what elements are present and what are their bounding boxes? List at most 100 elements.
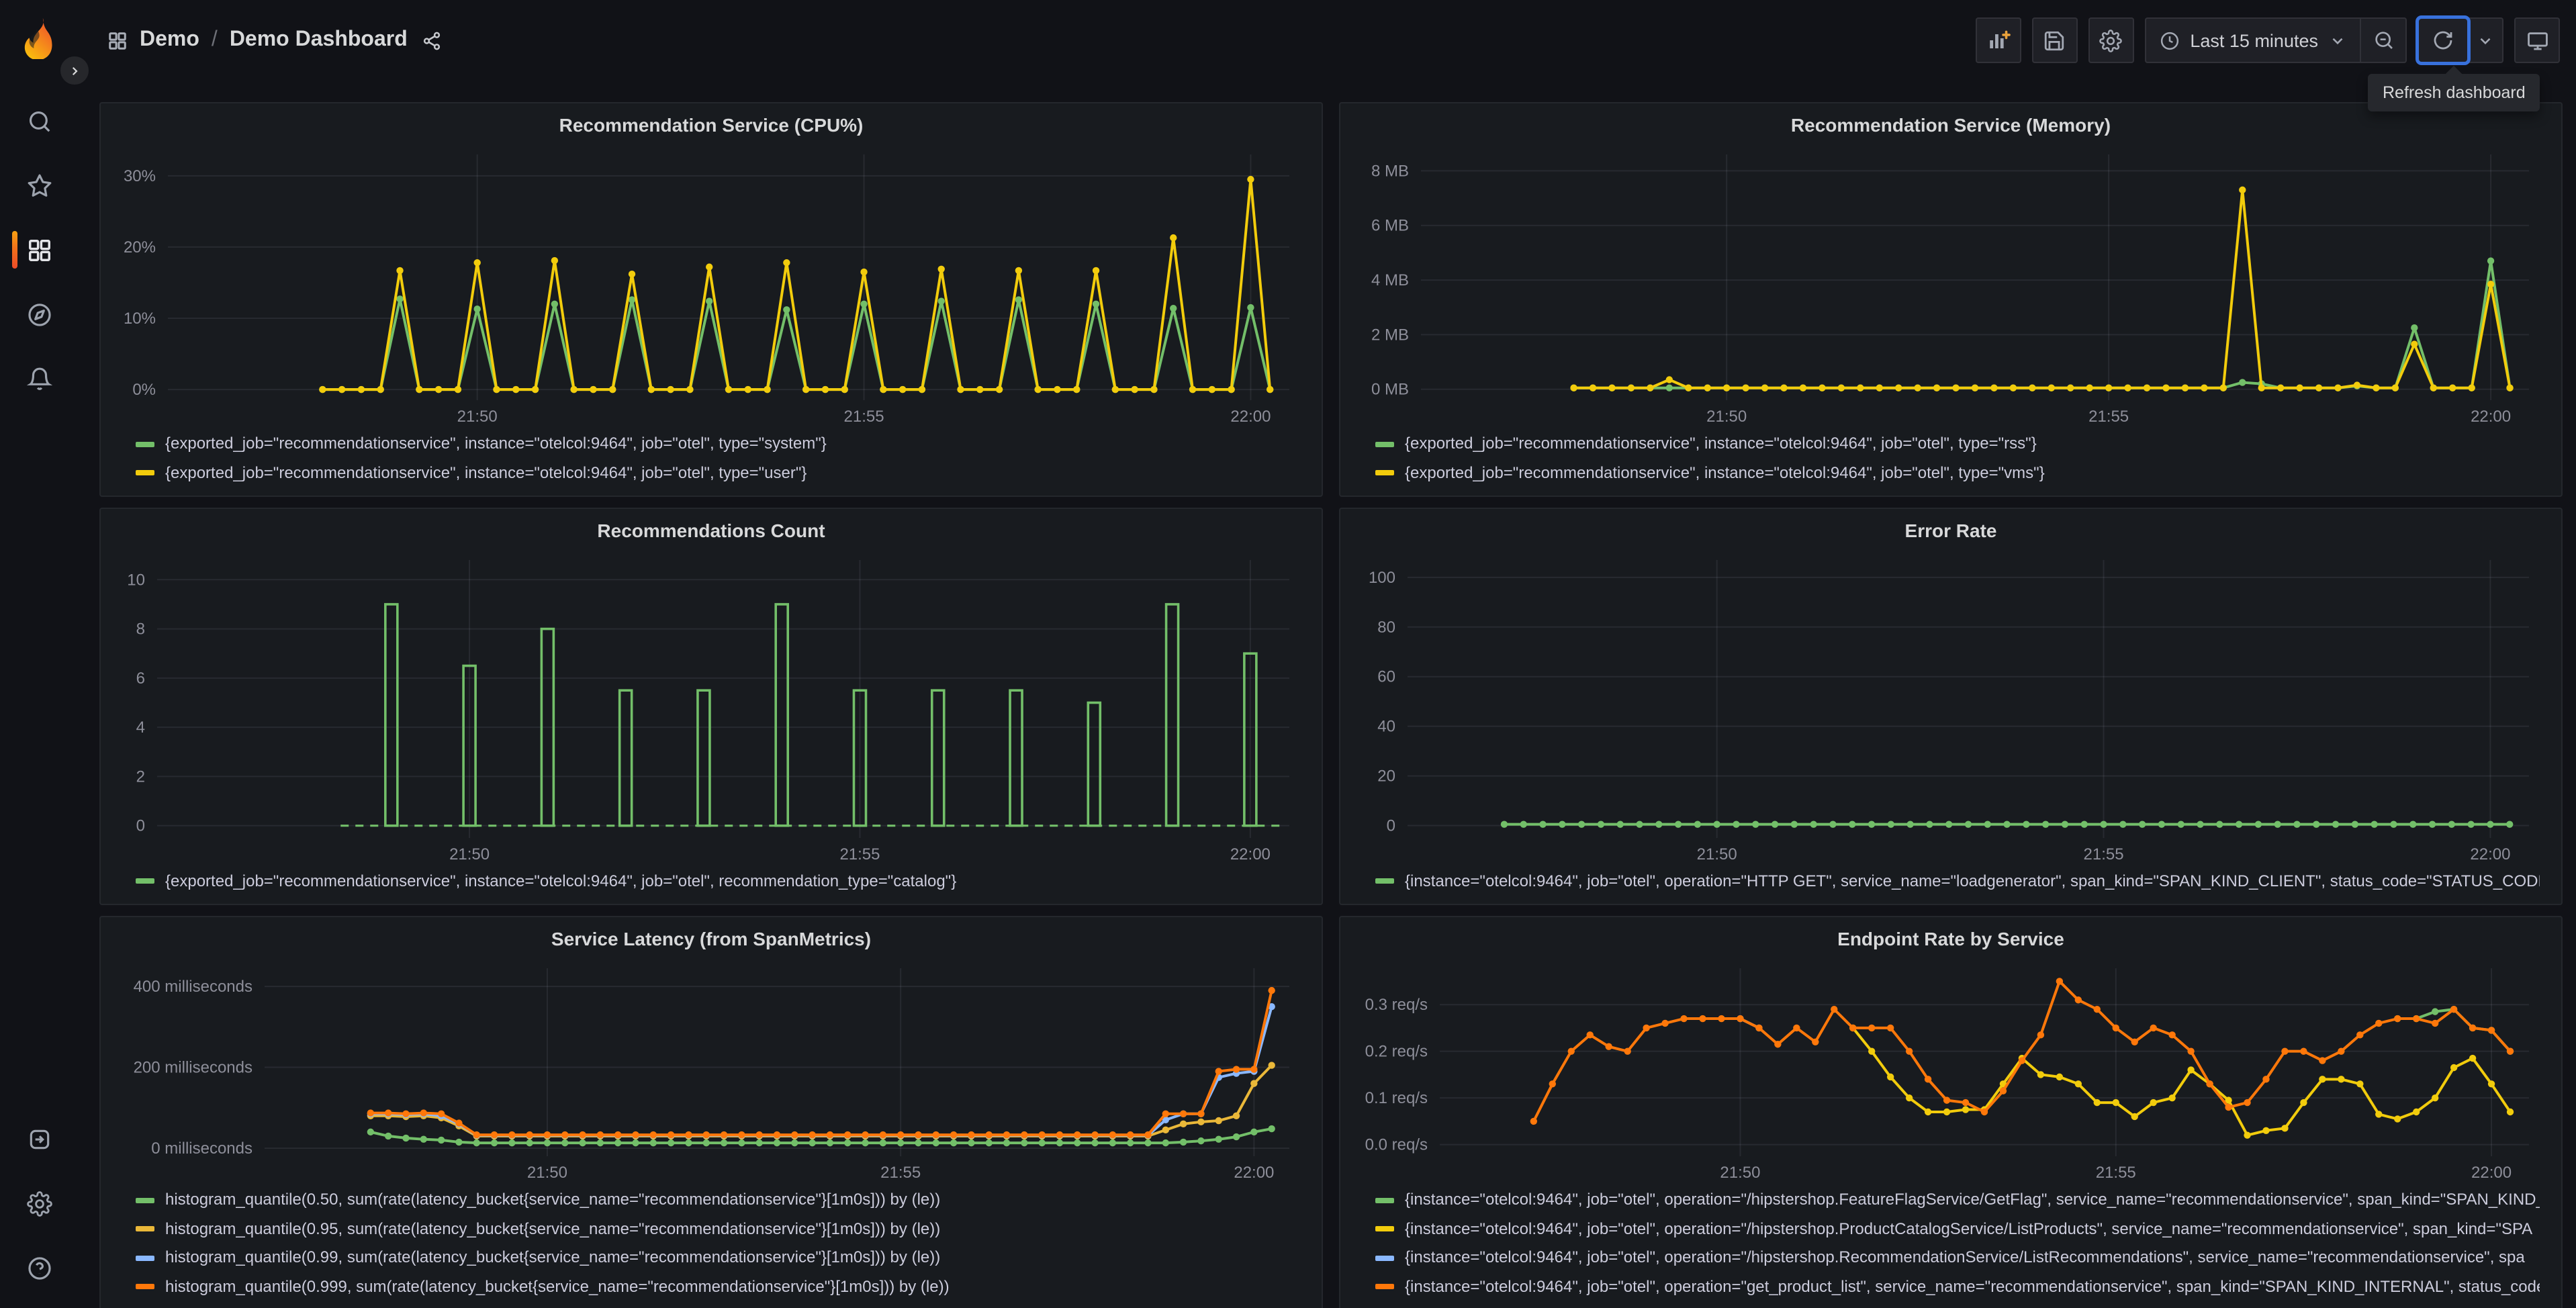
breadcrumb-section[interactable]: Demo — [140, 28, 199, 52]
legend-label: histogram_quantile(0.999, sum(rate(laten… — [165, 1276, 950, 1295]
panel-chart[interactable]: 0 milliseconds 200 milliseconds 400 millis… — [114, 955, 1308, 1183]
svg-text:400 milliseconds: 400 milliseconds — [134, 978, 252, 996]
help-circle-icon — [28, 1256, 50, 1279]
cycle-view-mode-button[interactable] — [2514, 17, 2560, 63]
legend-item[interactable]: {instance="otelcol:9464", job="otel", op… — [1375, 1215, 2540, 1244]
svg-text:21:50: 21:50 — [1697, 845, 1737, 863]
legend-item[interactable]: histogram_quantile(0.95, sum(rate(latenc… — [136, 1215, 1300, 1244]
svg-text:20%: 20% — [124, 238, 156, 256]
sidebar-item-settings[interactable] — [0, 1171, 78, 1235]
compass-icon — [28, 303, 50, 326]
svg-text:22:00: 22:00 — [1234, 1164, 1274, 1182]
legend-item[interactable]: {exported_job="recommendationservice", i… — [136, 430, 1300, 459]
legend-swatch — [136, 1255, 154, 1261]
panel-header[interactable]: Recommendations Count — [114, 514, 1308, 547]
page-header: Demo / Demo Dashboard Last 15 minutes Re… — [78, 0, 2576, 111]
legend-swatch — [136, 470, 154, 476]
legend-swatch — [1375, 1255, 1394, 1261]
legend-swatch — [136, 441, 154, 447]
legend-swatch — [1375, 1284, 1394, 1290]
share-dashboard-button[interactable] — [422, 30, 443, 50]
legend-label: {instance="otelcol:9464", job="otel", op… — [1405, 1190, 2540, 1209]
dashboard-panel: Error Rate 0 20 40 60 80 100 21:50 21:55 22:00 {… — [1339, 508, 2563, 905]
svg-text:100: 100 — [1369, 569, 1395, 587]
svg-text:8: 8 — [136, 620, 145, 639]
panel-title: Endpoint Rate by Service — [1837, 928, 2064, 949]
legend-item[interactable]: {instance="otelcol:9464", job="otel", op… — [1375, 867, 2540, 896]
svg-text:4 MB: 4 MB — [1371, 271, 1409, 289]
save-dashboard-button[interactable] — [2031, 17, 2078, 63]
svg-text:21:50: 21:50 — [527, 1164, 567, 1182]
panel-chart[interactable]: 0 MB 2 MB 4 MB 6 MB 8 MB 21:50 21:55 22:00 — [1354, 141, 2548, 427]
svg-text:6: 6 — [136, 669, 145, 688]
sidebar-item-sign-in[interactable] — [0, 1107, 78, 1171]
legend-item[interactable]: {exported_job="recommendationservice", i… — [136, 459, 1300, 487]
panel-header[interactable]: Error Rate — [1354, 514, 2548, 547]
time-range-zoom-out-button[interactable] — [2360, 19, 2405, 62]
dashboard-settings-button[interactable] — [2088, 17, 2134, 63]
monitor-icon — [2527, 32, 2547, 50]
svg-text:0: 0 — [136, 817, 145, 835]
gear-icon — [26, 1190, 52, 1216]
svg-text:2: 2 — [136, 767, 145, 786]
sidebar-item-dashboards[interactable] — [0, 218, 78, 282]
bell-icon — [26, 367, 52, 389]
svg-text:20: 20 — [1377, 767, 1395, 786]
sidebar — [0, 0, 90, 1308]
panel-chart[interactable]: 0 20 40 60 80 100 21:50 21:55 22:00 — [1354, 547, 2548, 864]
add-panel-button[interactable] — [1975, 17, 2021, 63]
legend-item[interactable]: {exported_job="recommendationservice", i… — [1375, 459, 2540, 487]
svg-text:0%: 0% — [132, 381, 156, 399]
legend-swatch — [1375, 1197, 1394, 1203]
svg-text:0.0 req/s: 0.0 req/s — [1365, 1136, 1428, 1154]
panel-chart[interactable]: 0.0 req/s 0.1 req/s 0.2 req/s 0.3 req/s 21:5… — [1354, 955, 2548, 1183]
legend-swatch — [136, 1284, 154, 1290]
svg-text:22:00: 22:00 — [2471, 1164, 2512, 1182]
panel-chart[interactable]: 0 2 4 6 8 10 21:50 21:55 22:00 — [114, 547, 1308, 864]
legend-item[interactable]: {instance="otelcol:9464", job="otel", op… — [1375, 1272, 2540, 1301]
panel-header[interactable]: Recommendation Service (CPU%) — [114, 109, 1308, 141]
legend-item[interactable]: {exported_job="recommendationservice", i… — [136, 867, 1300, 896]
sidebar-item-explore[interactable] — [0, 282, 78, 346]
legend-item[interactable]: {exported_job="recommendationservice", i… — [1375, 430, 2540, 459]
legend-swatch — [1375, 470, 1394, 476]
time-range-picker: Last 15 minutes — [2144, 17, 2407, 63]
legend-label: {exported_job="recommendationservice", i… — [165, 434, 827, 453]
main-area: Demo / Demo Dashboard Last 15 minutes Re… — [78, 0, 2576, 1308]
panel-header[interactable]: Service Latency (from SpanMetrics) — [114, 923, 1308, 955]
panel-header[interactable]: Endpoint Rate by Service — [1354, 923, 2548, 955]
time-range-button[interactable]: Last 15 minutes — [2146, 19, 2360, 62]
sidebar-item-help[interactable] — [0, 1235, 78, 1300]
svg-text:30%: 30% — [124, 167, 156, 185]
svg-text:10%: 10% — [124, 310, 156, 328]
gear-icon — [2099, 29, 2123, 52]
dashboard-panel: Endpoint Rate by Service 0.0 req/s 0.1 re… — [1339, 916, 2563, 1308]
svg-text:0: 0 — [1387, 817, 1395, 835]
dashboard-panel: Recommendations Count 0 2 4 6 8 10 21:50 21:55 2… — [99, 508, 1323, 905]
legend-swatch — [136, 878, 154, 884]
svg-text:21:55: 21:55 — [2096, 1164, 2136, 1182]
svg-text:21:55: 21:55 — [839, 845, 880, 863]
legend-item[interactable]: histogram_quantile(0.50, sum(rate(latenc… — [136, 1186, 1300, 1215]
star-icon — [27, 173, 51, 196]
grafana-logo-icon[interactable] — [19, 16, 59, 60]
sidebar-item-alerting[interactable] — [0, 346, 78, 411]
refresh-interval-dropdown[interactable] — [2467, 19, 2502, 62]
legend-label: {instance="otelcol:9464", job="otel", op… — [1405, 1248, 2525, 1266]
panel-chart[interactable]: 0% 10% 20% 30% 21:50 21:55 22:00 — [114, 141, 1308, 427]
panel-legend: {instance="otelcol:9464", job="otel", op… — [1354, 1183, 2548, 1307]
dashboard-panel-grid: Recommendation Service (CPU%) 0% 10% 20% 30… — [78, 81, 2576, 1308]
share-alt-icon — [424, 31, 441, 50]
refresh-dashboard-button[interactable] — [2419, 19, 2467, 62]
legend-item[interactable]: histogram_quantile(0.999, sum(rate(laten… — [136, 1272, 1300, 1301]
sidebar-item-starred[interactable] — [0, 153, 78, 218]
sidebar-expand-button[interactable] — [59, 55, 90, 86]
sidebar-item-search[interactable] — [0, 89, 78, 153]
legend-label: {instance="otelcol:9464", job="otel", op… — [1405, 871, 2540, 890]
legend-item[interactable]: {instance="otelcol:9464", job="otel", op… — [1375, 1244, 2540, 1272]
panel-header[interactable]: Recommendation Service (Memory) — [1354, 109, 2548, 141]
legend-item[interactable]: {instance="otelcol:9464", job="otel", op… — [1375, 1186, 2540, 1215]
chevron-down-icon — [2332, 37, 2343, 44]
svg-text:6 MB: 6 MB — [1371, 217, 1409, 235]
legend-item[interactable]: histogram_quantile(0.99, sum(rate(latenc… — [136, 1244, 1300, 1272]
